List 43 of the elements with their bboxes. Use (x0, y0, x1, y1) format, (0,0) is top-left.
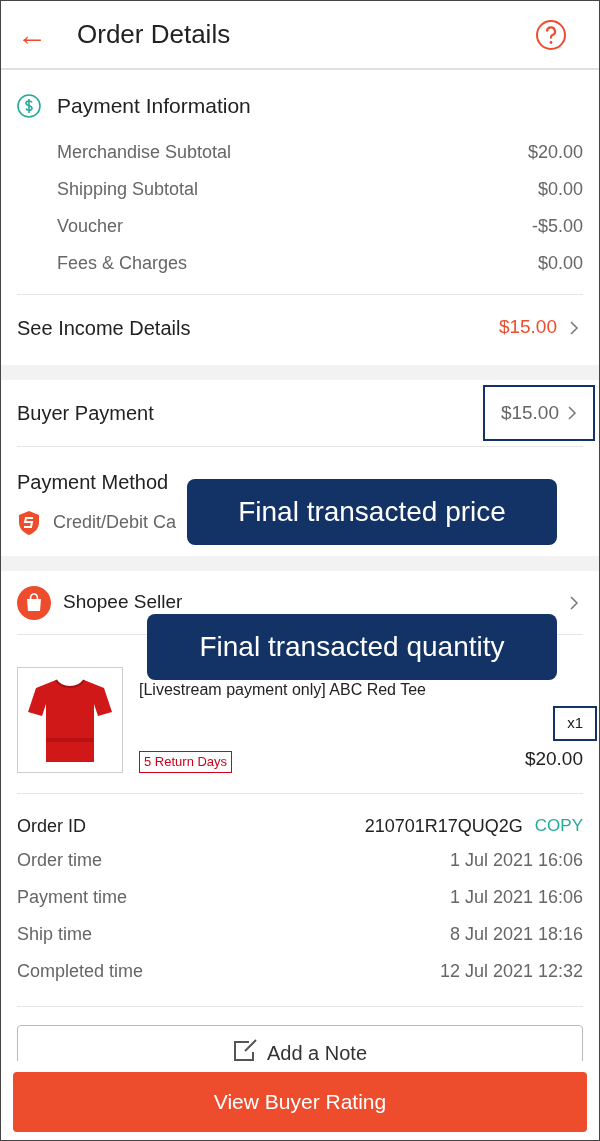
row-value: 1 Jul 2021 16:06 (449, 849, 583, 872)
payment-method-label: Payment Method (17, 470, 170, 495)
back-button[interactable]: ← (17, 12, 57, 57)
callout: Final transacted price (187, 479, 557, 545)
row-value: 1 Jul 2021 16:06 (449, 886, 583, 909)
buyer-payment-label: Buyer Payment (17, 401, 154, 426)
shield-icon (17, 509, 41, 536)
row-label: Completed time (17, 960, 144, 983)
product-price: $20.00 (524, 746, 583, 771)
income-value: $15.00 (498, 315, 557, 340)
page-title: Order Details (77, 18, 231, 51)
shop-bag-icon (17, 585, 51, 620)
row-value: 8 Jul 2021 18:16 (449, 923, 583, 946)
row-label: Shipping Subtotal (57, 178, 199, 201)
chevron-right-icon[interactable] (569, 319, 579, 336)
chevron-right-icon[interactable] (567, 405, 577, 421)
help-icon[interactable] (535, 18, 567, 51)
payment-method-value: Credit/Debit Ca (53, 511, 177, 534)
order-id-label: Order ID (17, 814, 86, 838)
order-id: 210701R17QUQ2G (364, 814, 523, 838)
row-value: $0.00 (537, 252, 583, 275)
row-label: Order time (17, 849, 103, 872)
quantity: x1 (553, 706, 597, 741)
return-days-badge: 5 Return Days (139, 751, 233, 773)
row-value: 12 Jul 2021 12:32 (439, 960, 583, 983)
row-value: $0.00 (537, 178, 583, 201)
row-label: Ship time (17, 923, 93, 946)
income-details-label[interactable]: See Income Details (17, 312, 191, 343)
section-title: Payment Information (57, 93, 251, 120)
seller-name[interactable]: Shopee Seller (63, 588, 183, 617)
product-name: [Livestream payment only] ABC Red Tee (139, 680, 427, 700)
callout: Final transacted quantity (147, 614, 557, 680)
dollar-icon (17, 94, 41, 118)
buyer-payment-link[interactable]: $15.00 (482, 385, 595, 441)
edit-icon (232, 1038, 259, 1062)
chevron-right-icon[interactable] (569, 594, 579, 611)
view-buyer-rating-button[interactable]: View Buyer Rating (13, 1072, 587, 1132)
row-value: $20.00 (527, 141, 583, 164)
row-label: Voucher (57, 215, 124, 238)
row-value: -$5.00 (531, 215, 583, 238)
row-label: Merchandise Subtotal (57, 141, 232, 164)
row-label: Fees & Charges (57, 252, 188, 275)
row-label: Payment time (17, 886, 128, 909)
